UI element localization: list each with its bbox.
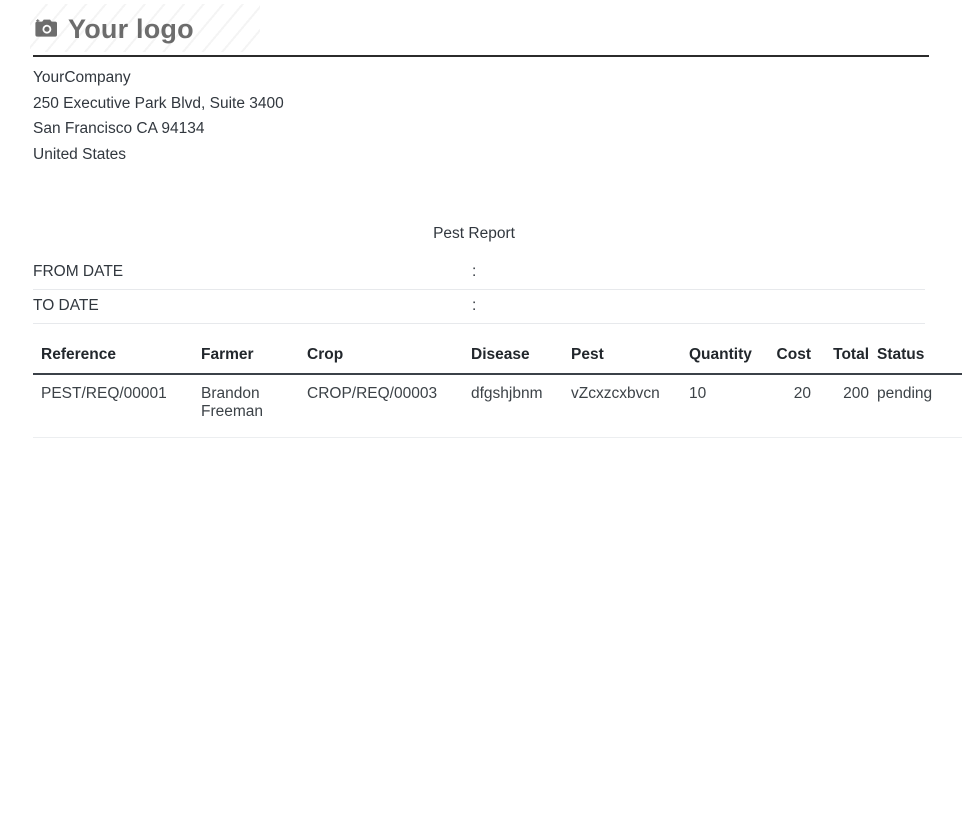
column-header-farmer: Farmer [201, 346, 307, 375]
column-header-cost: Cost [763, 346, 819, 375]
column-header-total: Total [819, 346, 877, 375]
column-header-pest: Pest [571, 346, 689, 375]
column-header-crop: Crop [307, 346, 471, 375]
cell-cost: 20 [763, 374, 819, 438]
pest-report-table: Reference Farmer Crop Disease Pest Quant… [33, 346, 962, 438]
company-name: YourCompany [33, 69, 131, 86]
company-address-block: YourCompany 250 Executive Park Blvd, Sui… [33, 65, 929, 167]
company-logo-placeholder[interactable]: Your logo [30, 4, 929, 52]
cell-disease: dfgshjbnm [471, 374, 571, 438]
report-page: Your logo YourCompany 250 Executive Park… [0, 0, 962, 832]
logo-text: Your logo [68, 13, 194, 44]
cell-farmer: Brandon Freeman [201, 374, 307, 438]
from-date-value [486, 256, 925, 290]
filter-row-to-date: TO DATE : [33, 290, 925, 324]
column-header-quantity: Quantity [689, 346, 763, 375]
cell-status: pending [877, 374, 962, 438]
company-country: United States [33, 145, 127, 163]
cell-total: 200 [819, 374, 877, 438]
report-title: Pest Report [433, 225, 515, 242]
cell-pest: vZcxzcxbvcn [571, 374, 689, 438]
cell-crop: CROP/REQ/00003 [307, 374, 471, 438]
document-header: Your logo [30, 0, 929, 57]
to-date-value [486, 290, 925, 324]
from-date-separator: : [472, 263, 477, 280]
to-date-separator: : [472, 297, 477, 314]
filter-row-from-date: FROM DATE : [33, 256, 925, 290]
from-date-label: FROM DATE [33, 263, 124, 280]
cell-quantity: 10 [689, 374, 763, 438]
date-filter-table: FROM DATE : TO DATE : [33, 256, 925, 324]
table-row: PEST/REQ/00001 Brandon Freeman CROP/REQ/… [33, 374, 962, 438]
column-header-reference: Reference [33, 346, 201, 375]
column-header-status: Status [877, 346, 962, 375]
company-city-state-zip: San Francisco CA 94134 [33, 120, 205, 137]
table-header-row: Reference Farmer Crop Disease Pest Quant… [33, 346, 962, 375]
cell-reference: PEST/REQ/00001 [33, 374, 201, 438]
camera-icon [35, 19, 57, 37]
header-divider [33, 55, 929, 57]
column-header-disease: Disease [471, 346, 571, 375]
company-street: 250 Executive Park Blvd, Suite 3400 [33, 94, 284, 112]
to-date-label: TO DATE [33, 297, 99, 314]
